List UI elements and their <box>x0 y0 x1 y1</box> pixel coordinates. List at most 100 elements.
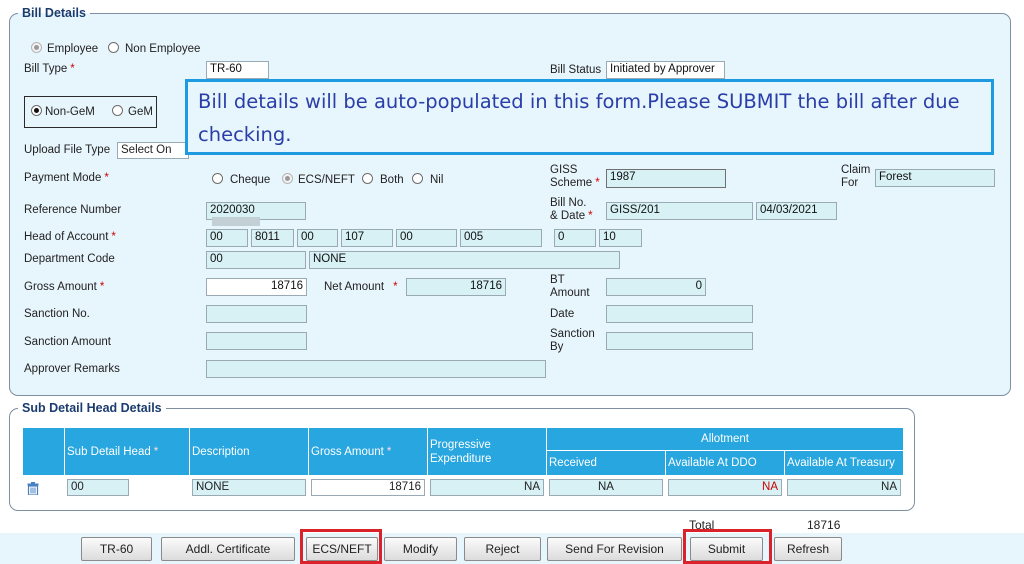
head-of-account-field-8: 10 <box>599 229 642 247</box>
bill-details-panel: Bill Details <box>9 6 1011 396</box>
refresh-button[interactable]: Refresh <box>774 537 842 561</box>
employee-radio-label: Employee <box>47 43 99 55</box>
sanction-amount-field[interactable] <box>206 332 307 350</box>
gross-amount-label: Gross Amount * <box>24 281 105 293</box>
payment-cheque-label: Cheque <box>230 174 271 186</box>
sanction-no-label: Sanction No. <box>24 308 90 320</box>
description-input: NONE <box>192 479 306 496</box>
gem-radio-label: GeM <box>128 106 153 118</box>
bill-status-label: Bill Status <box>550 64 602 76</box>
payment-nil-radio[interactable] <box>412 173 423 184</box>
giss-scheme-field[interactable]: 1987 <box>606 169 726 188</box>
delete-row-cell <box>22 475 65 500</box>
progressive-expenditure-header: Progressive Expenditure <box>427 427 547 476</box>
description-cell: NONE <box>189 475 309 500</box>
sanction-by-label: Sanction By <box>550 328 595 353</box>
available-treasury-cell: NA <box>783 475 905 500</box>
submit-highlight <box>683 529 772 564</box>
total-value: 18716 <box>807 518 841 532</box>
approver-remarks-label: Approver Remarks <box>24 363 120 375</box>
reference-number-label: Reference Number <box>24 204 122 216</box>
non-employee-radio-label: Non Employee <box>125 43 201 55</box>
department-name-field: NONE <box>309 251 620 269</box>
trash-icon[interactable] <box>27 481 39 496</box>
received-cell: NA <box>546 475 666 500</box>
head-of-account-label: Head of Account * <box>24 231 116 243</box>
progressive-cell: NA <box>427 475 547 500</box>
available-ddo-input: NA <box>668 479 782 496</box>
sanction-by-field[interactable] <box>606 332 753 350</box>
payment-ecs-radio[interactable] <box>282 173 293 184</box>
payment-mode-label: Payment Mode * <box>24 172 109 184</box>
available-treasury-input: NA <box>787 479 902 496</box>
received-input: NA <box>549 479 663 496</box>
department-code-label: Department Code <box>24 253 115 265</box>
head-of-account-field-2: 8011 <box>251 229 294 247</box>
sub-detail-legend: Sub Detail Head Details <box>22 401 162 415</box>
upload-file-type-select[interactable]: Select On <box>117 142 189 159</box>
head-of-account-field-1: 00 <box>206 229 248 247</box>
reference-number-field: 2020030 <box>206 202 306 227</box>
allotment-header: Allotment <box>545 427 905 451</box>
action-header <box>22 427 65 476</box>
sanction-amount-label: Sanction Amount <box>24 336 111 348</box>
bill-status-field: Initiated by Approver <box>606 61 725 79</box>
description-header: Description <box>189 427 309 476</box>
ecs-neft-highlight <box>300 529 382 564</box>
claim-for-label: Claim For <box>841 164 871 189</box>
upload-file-type-label: Upload File Type <box>24 144 111 156</box>
non-gem-radio[interactable] <box>31 105 42 116</box>
net-amount-field: 18716 <box>406 278 506 296</box>
reject-button[interactable]: Reject <box>464 537 541 561</box>
modify-button[interactable]: Modify <box>384 537 457 561</box>
payment-ecs-label: ECS/NEFT <box>298 174 355 186</box>
addl-certificate-button[interactable]: Addl. Certificate <box>161 537 295 561</box>
bill-type-label: Bill Type * <box>24 63 75 75</box>
employee-radio[interactable] <box>31 42 42 53</box>
head-of-account-field-4: 107 <box>341 229 393 247</box>
gross-amount-field[interactable]: 18716 <box>206 278 307 296</box>
tr60-button[interactable]: TR-60 <box>81 537 152 561</box>
approver-remarks-field[interactable] <box>206 360 546 378</box>
redacted-mask <box>212 217 260 227</box>
bt-amount-field: 0 <box>606 278 706 296</box>
bill-type-field[interactable]: TR-60 <box>206 61 269 79</box>
non-gem-radio-label: Non-GeM <box>45 106 95 118</box>
bill-no-label: Bill No. & Date * <box>550 197 593 222</box>
payment-both-label: Both <box>380 174 404 186</box>
date-label: Date <box>550 308 575 320</box>
bill-date-field[interactable]: 04/03/2021 <box>756 202 837 220</box>
gross-amount-header: Gross Amount * <box>308 427 428 476</box>
available-ddo-cell: NA <box>665 475 785 500</box>
sub-detail-head-input[interactable]: 00 <box>67 479 129 496</box>
head-of-account-field-7: 0 <box>554 229 596 247</box>
instruction-callout: Bill details will be auto-populated in t… <box>185 79 994 155</box>
bill-details-legend: Bill Details <box>22 6 86 20</box>
bill-no-field[interactable]: GISS/201 <box>606 202 753 220</box>
head-of-account-field-3: 00 <box>297 229 338 247</box>
sanction-no-field[interactable] <box>206 305 307 323</box>
payment-both-radio[interactable] <box>362 173 373 184</box>
head-of-account-field-5: 00 <box>396 229 457 247</box>
bt-amount-label: BT Amount <box>550 274 590 299</box>
table-row: 00 NONE 18716 NA NA NA NA <box>22 475 905 500</box>
head-of-account-field-6: 005 <box>460 229 542 247</box>
progressive-input: NA <box>430 479 544 496</box>
claim-for-field[interactable]: Forest <box>875 169 995 187</box>
department-code-field: 00 <box>206 251 306 269</box>
net-amount-label: Net Amount * <box>324 281 398 293</box>
sub-detail-head-cell: 00 <box>64 475 190 500</box>
sanction-date-field[interactable] <box>606 305 753 323</box>
non-employee-radio[interactable] <box>108 42 119 53</box>
send-for-revision-button[interactable]: Send For Revision <box>547 537 682 561</box>
sub-detail-table: Sub Detail Head * Description Gross Amoun… <box>22 427 905 500</box>
giss-scheme-label: GISS Scheme * <box>550 164 600 189</box>
available-ddo-header: Available At DDO <box>665 450 785 476</box>
gross-amount-cell: 18716 <box>308 475 428 500</box>
row-gross-amount-input[interactable]: 18716 <box>311 479 425 496</box>
payment-nil-label: Nil <box>430 174 444 186</box>
available-treasury-header: Available At Treasury <box>783 450 905 476</box>
gem-radio[interactable] <box>112 105 123 116</box>
sub-detail-head-header: Sub Detail Head * <box>64 427 190 476</box>
payment-cheque-radio[interactable] <box>212 173 223 184</box>
